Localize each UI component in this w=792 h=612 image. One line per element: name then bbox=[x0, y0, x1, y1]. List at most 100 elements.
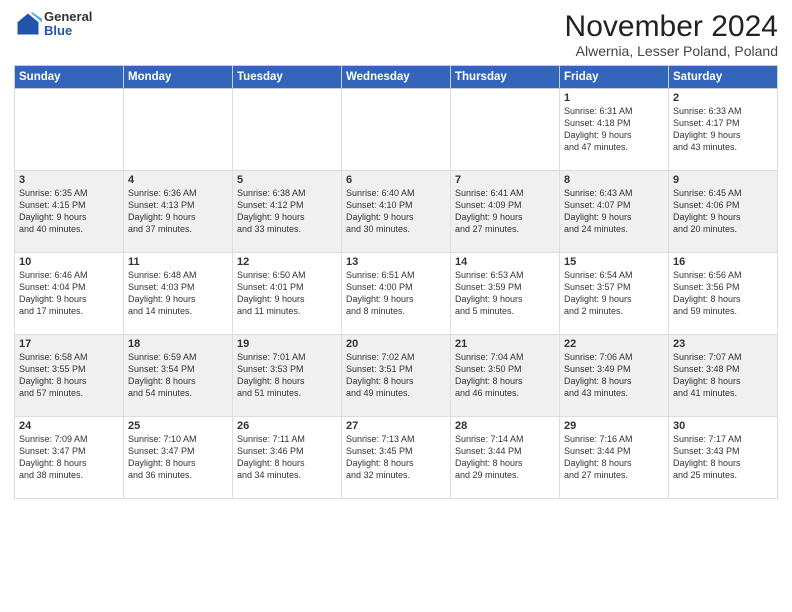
calendar-cell: 2Sunrise: 6:33 AM Sunset: 4:17 PM Daylig… bbox=[669, 89, 778, 171]
day-info: Sunrise: 6:45 AM Sunset: 4:06 PM Dayligh… bbox=[673, 187, 773, 236]
calendar-cell: 20Sunrise: 7:02 AM Sunset: 3:51 PM Dayli… bbox=[342, 335, 451, 417]
day-info: Sunrise: 6:43 AM Sunset: 4:07 PM Dayligh… bbox=[564, 187, 664, 236]
calendar-cell: 15Sunrise: 6:54 AM Sunset: 3:57 PM Dayli… bbox=[560, 253, 669, 335]
day-number: 7 bbox=[455, 174, 555, 186]
calendar-cell: 1Sunrise: 6:31 AM Sunset: 4:18 PM Daylig… bbox=[560, 89, 669, 171]
day-info: Sunrise: 7:16 AM Sunset: 3:44 PM Dayligh… bbox=[564, 433, 664, 482]
day-info: Sunrise: 6:56 AM Sunset: 3:56 PM Dayligh… bbox=[673, 269, 773, 318]
calendar-cell: 24Sunrise: 7:09 AM Sunset: 3:47 PM Dayli… bbox=[15, 417, 124, 499]
subtitle: Alwernia, Lesser Poland, Poland bbox=[565, 43, 778, 59]
calendar-cell bbox=[233, 89, 342, 171]
header: General Blue November 2024 Alwernia, Les… bbox=[14, 10, 778, 59]
calendar-cell: 27Sunrise: 7:13 AM Sunset: 3:45 PM Dayli… bbox=[342, 417, 451, 499]
calendar-cell: 7Sunrise: 6:41 AM Sunset: 4:09 PM Daylig… bbox=[451, 171, 560, 253]
calendar-week-2: 10Sunrise: 6:46 AM Sunset: 4:04 PM Dayli… bbox=[15, 253, 778, 335]
calendar-cell: 19Sunrise: 7:01 AM Sunset: 3:53 PM Dayli… bbox=[233, 335, 342, 417]
calendar-cell: 21Sunrise: 7:04 AM Sunset: 3:50 PM Dayli… bbox=[451, 335, 560, 417]
calendar-cell bbox=[124, 89, 233, 171]
day-number: 21 bbox=[455, 338, 555, 350]
logo-text: General Blue bbox=[44, 10, 92, 39]
calendar-header-thursday: Thursday bbox=[451, 66, 560, 89]
day-info: Sunrise: 7:14 AM Sunset: 3:44 PM Dayligh… bbox=[455, 433, 555, 482]
day-number: 3 bbox=[19, 174, 119, 186]
calendar-header-monday: Monday bbox=[124, 66, 233, 89]
calendar-header-row: SundayMondayTuesdayWednesdayThursdayFrid… bbox=[15, 66, 778, 89]
calendar-cell: 16Sunrise: 6:56 AM Sunset: 3:56 PM Dayli… bbox=[669, 253, 778, 335]
day-number: 20 bbox=[346, 338, 446, 350]
calendar-cell: 17Sunrise: 6:58 AM Sunset: 3:55 PM Dayli… bbox=[15, 335, 124, 417]
day-info: Sunrise: 6:46 AM Sunset: 4:04 PM Dayligh… bbox=[19, 269, 119, 318]
day-info: Sunrise: 7:04 AM Sunset: 3:50 PM Dayligh… bbox=[455, 351, 555, 400]
logo-icon bbox=[14, 10, 42, 38]
day-info: Sunrise: 6:51 AM Sunset: 4:00 PM Dayligh… bbox=[346, 269, 446, 318]
day-info: Sunrise: 6:38 AM Sunset: 4:12 PM Dayligh… bbox=[237, 187, 337, 236]
calendar-cell: 18Sunrise: 6:59 AM Sunset: 3:54 PM Dayli… bbox=[124, 335, 233, 417]
day-number: 22 bbox=[564, 338, 664, 350]
day-info: Sunrise: 6:59 AM Sunset: 3:54 PM Dayligh… bbox=[128, 351, 228, 400]
calendar-cell: 13Sunrise: 6:51 AM Sunset: 4:00 PM Dayli… bbox=[342, 253, 451, 335]
logo-general: General bbox=[44, 10, 92, 24]
calendar-cell: 14Sunrise: 6:53 AM Sunset: 3:59 PM Dayli… bbox=[451, 253, 560, 335]
calendar-cell: 12Sunrise: 6:50 AM Sunset: 4:01 PM Dayli… bbox=[233, 253, 342, 335]
day-number: 4 bbox=[128, 174, 228, 186]
calendar-cell: 9Sunrise: 6:45 AM Sunset: 4:06 PM Daylig… bbox=[669, 171, 778, 253]
day-info: Sunrise: 7:17 AM Sunset: 3:43 PM Dayligh… bbox=[673, 433, 773, 482]
day-info: Sunrise: 7:13 AM Sunset: 3:45 PM Dayligh… bbox=[346, 433, 446, 482]
calendar-cell: 22Sunrise: 7:06 AM Sunset: 3:49 PM Dayli… bbox=[560, 335, 669, 417]
month-title: November 2024 bbox=[565, 10, 778, 43]
day-info: Sunrise: 7:10 AM Sunset: 3:47 PM Dayligh… bbox=[128, 433, 228, 482]
day-info: Sunrise: 6:40 AM Sunset: 4:10 PM Dayligh… bbox=[346, 187, 446, 236]
page: General Blue November 2024 Alwernia, Les… bbox=[0, 0, 792, 612]
day-info: Sunrise: 7:01 AM Sunset: 3:53 PM Dayligh… bbox=[237, 351, 337, 400]
day-info: Sunrise: 6:33 AM Sunset: 4:17 PM Dayligh… bbox=[673, 105, 773, 154]
calendar-cell bbox=[451, 89, 560, 171]
calendar-cell bbox=[15, 89, 124, 171]
calendar-cell: 10Sunrise: 6:46 AM Sunset: 4:04 PM Dayli… bbox=[15, 253, 124, 335]
day-number: 29 bbox=[564, 420, 664, 432]
calendar-cell: 23Sunrise: 7:07 AM Sunset: 3:48 PM Dayli… bbox=[669, 335, 778, 417]
calendar-header-saturday: Saturday bbox=[669, 66, 778, 89]
calendar-header-friday: Friday bbox=[560, 66, 669, 89]
day-number: 5 bbox=[237, 174, 337, 186]
day-number: 11 bbox=[128, 256, 228, 268]
calendar-cell: 4Sunrise: 6:36 AM Sunset: 4:13 PM Daylig… bbox=[124, 171, 233, 253]
calendar-week-1: 3Sunrise: 6:35 AM Sunset: 4:15 PM Daylig… bbox=[15, 171, 778, 253]
day-info: Sunrise: 7:09 AM Sunset: 3:47 PM Dayligh… bbox=[19, 433, 119, 482]
day-number: 18 bbox=[128, 338, 228, 350]
day-number: 24 bbox=[19, 420, 119, 432]
day-info: Sunrise: 7:06 AM Sunset: 3:49 PM Dayligh… bbox=[564, 351, 664, 400]
calendar-cell: 26Sunrise: 7:11 AM Sunset: 3:46 PM Dayli… bbox=[233, 417, 342, 499]
calendar-header-tuesday: Tuesday bbox=[233, 66, 342, 89]
day-number: 9 bbox=[673, 174, 773, 186]
day-info: Sunrise: 7:07 AM Sunset: 3:48 PM Dayligh… bbox=[673, 351, 773, 400]
title-block: November 2024 Alwernia, Lesser Poland, P… bbox=[565, 10, 778, 59]
logo-blue: Blue bbox=[44, 24, 92, 38]
calendar-header-sunday: Sunday bbox=[15, 66, 124, 89]
day-info: Sunrise: 6:50 AM Sunset: 4:01 PM Dayligh… bbox=[237, 269, 337, 318]
day-info: Sunrise: 6:48 AM Sunset: 4:03 PM Dayligh… bbox=[128, 269, 228, 318]
calendar-cell: 30Sunrise: 7:17 AM Sunset: 3:43 PM Dayli… bbox=[669, 417, 778, 499]
day-info: Sunrise: 6:31 AM Sunset: 4:18 PM Dayligh… bbox=[564, 105, 664, 154]
day-number: 1 bbox=[564, 92, 664, 104]
day-info: Sunrise: 6:58 AM Sunset: 3:55 PM Dayligh… bbox=[19, 351, 119, 400]
day-number: 6 bbox=[346, 174, 446, 186]
calendar-cell: 11Sunrise: 6:48 AM Sunset: 4:03 PM Dayli… bbox=[124, 253, 233, 335]
day-number: 13 bbox=[346, 256, 446, 268]
day-info: Sunrise: 6:35 AM Sunset: 4:15 PM Dayligh… bbox=[19, 187, 119, 236]
calendar: SundayMondayTuesdayWednesdayThursdayFrid… bbox=[14, 65, 778, 499]
day-info: Sunrise: 6:53 AM Sunset: 3:59 PM Dayligh… bbox=[455, 269, 555, 318]
day-number: 17 bbox=[19, 338, 119, 350]
calendar-cell: 3Sunrise: 6:35 AM Sunset: 4:15 PM Daylig… bbox=[15, 171, 124, 253]
day-number: 14 bbox=[455, 256, 555, 268]
calendar-week-0: 1Sunrise: 6:31 AM Sunset: 4:18 PM Daylig… bbox=[15, 89, 778, 171]
day-info: Sunrise: 7:11 AM Sunset: 3:46 PM Dayligh… bbox=[237, 433, 337, 482]
day-number: 10 bbox=[19, 256, 119, 268]
calendar-cell bbox=[342, 89, 451, 171]
calendar-cell: 8Sunrise: 6:43 AM Sunset: 4:07 PM Daylig… bbox=[560, 171, 669, 253]
day-number: 28 bbox=[455, 420, 555, 432]
calendar-cell: 29Sunrise: 7:16 AM Sunset: 3:44 PM Dayli… bbox=[560, 417, 669, 499]
day-number: 15 bbox=[564, 256, 664, 268]
calendar-header-wednesday: Wednesday bbox=[342, 66, 451, 89]
calendar-cell: 6Sunrise: 6:40 AM Sunset: 4:10 PM Daylig… bbox=[342, 171, 451, 253]
day-number: 25 bbox=[128, 420, 228, 432]
